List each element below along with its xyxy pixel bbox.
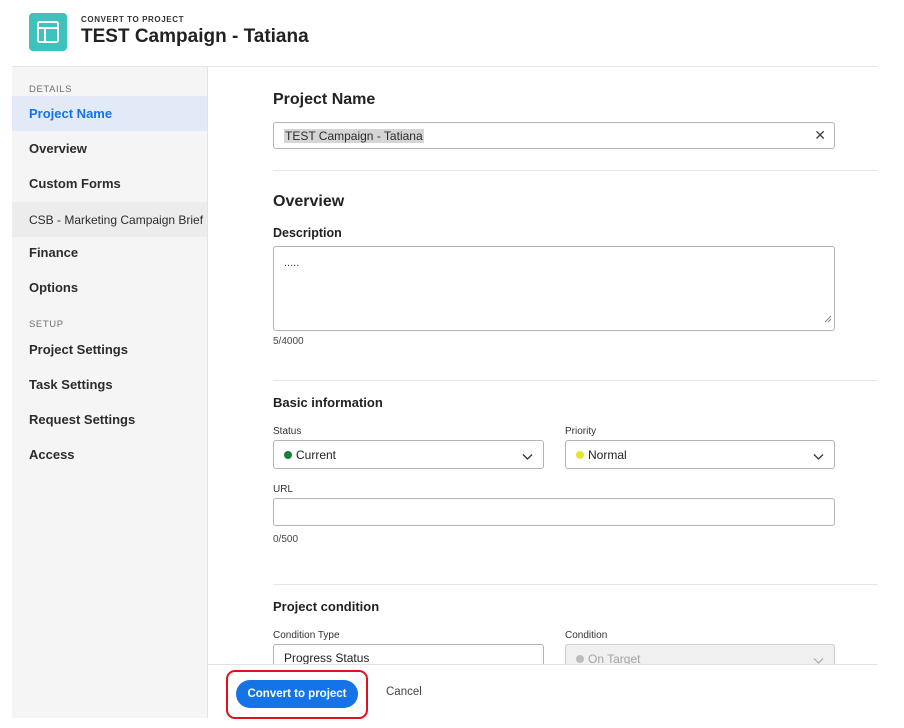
status-value: Current xyxy=(296,448,337,462)
chevron-down-icon xyxy=(813,653,824,664)
chevron-down-icon xyxy=(813,449,824,467)
project-name-heading: Project Name xyxy=(273,91,376,108)
cancel-button[interactable]: Cancel xyxy=(386,686,422,698)
sidebar-item-label: Custom Forms xyxy=(29,176,121,191)
form-content: Project Name TEST Campaign - Tatiana ✕ O… xyxy=(208,67,878,664)
sidebar-item-label: Request Settings xyxy=(29,412,136,427)
status-select[interactable]: Current xyxy=(273,440,544,469)
section-divider xyxy=(273,380,878,381)
chevron-down-icon xyxy=(522,449,533,467)
sidebar-nav: DETAILS Project Name Overview Custom For… xyxy=(12,67,208,718)
condition-type-value: Progress Status xyxy=(284,651,370,664)
description-counter: 5/4000 xyxy=(273,336,304,347)
status-label: Status xyxy=(273,426,302,437)
url-input[interactable] xyxy=(273,498,835,526)
project-template-icon xyxy=(29,13,67,51)
dialog-eyebrow: CONVERT TO PROJECT xyxy=(81,15,185,24)
dialog-header: CONVERT TO PROJECT TEST Campaign - Tatia… xyxy=(0,0,904,66)
sidebar-item-task-settings[interactable]: Task Settings xyxy=(12,367,207,402)
sidebar-item-csb-marketing-campaign-brief[interactable]: CSB - Marketing Campaign Brief xyxy=(12,202,207,237)
description-value: ..... xyxy=(284,257,300,269)
description-textarea[interactable]: ..... xyxy=(273,246,835,331)
condition-select[interactable]: On Target xyxy=(565,644,835,664)
project-name-value: TEST Campaign - Tatiana xyxy=(284,129,424,143)
clear-icon[interactable]: ✕ xyxy=(814,128,826,142)
condition-dot-icon xyxy=(576,655,584,663)
sidebar-item-request-settings[interactable]: Request Settings xyxy=(12,402,207,437)
url-label: URL xyxy=(273,484,294,495)
status-dot-icon xyxy=(284,451,292,459)
condition-value: On Target xyxy=(588,652,641,664)
dialog-footer: Convert to project Cancel xyxy=(208,664,878,720)
sidebar-item-finance[interactable]: Finance xyxy=(12,235,207,270)
sidebar-item-label: Overview xyxy=(29,141,87,156)
convert-to-project-button[interactable]: Convert to project xyxy=(236,680,358,708)
condition-type-select[interactable]: Progress Status xyxy=(273,644,544,664)
sidebar-item-project-settings[interactable]: Project Settings xyxy=(12,332,207,367)
priority-value: Normal xyxy=(588,448,627,462)
priority-select[interactable]: Normal xyxy=(565,440,835,469)
sidebar-item-label: Task Settings xyxy=(29,377,113,392)
project-name-input[interactable]: TEST Campaign - Tatiana ✕ xyxy=(273,122,835,149)
condition-type-label: Condition Type xyxy=(273,630,340,641)
sidebar-item-label: CSB - Marketing Campaign Brief xyxy=(29,212,204,227)
sidebar-item-access[interactable]: Access xyxy=(12,437,207,472)
sidebar-item-label: Access xyxy=(29,447,75,462)
sidebar-section-details: DETAILS xyxy=(29,84,73,95)
url-counter: 0/500 xyxy=(273,534,299,545)
sidebar-item-label: Project Settings xyxy=(29,342,128,357)
description-label: Description xyxy=(273,226,342,240)
project-condition-heading: Project condition xyxy=(273,599,380,614)
priority-label: Priority xyxy=(565,426,597,437)
sidebar-item-options[interactable]: Options xyxy=(12,270,207,305)
condition-label: Condition xyxy=(565,630,608,641)
dialog-title: TEST Campaign - Tatiana xyxy=(81,26,309,47)
resize-handle-icon[interactable] xyxy=(824,310,832,328)
section-divider xyxy=(273,170,878,171)
sidebar-section-setup: SETUP xyxy=(29,319,64,330)
sidebar-item-label: Project Name xyxy=(29,106,113,121)
sidebar-item-overview[interactable]: Overview xyxy=(12,131,207,166)
priority-dot-icon xyxy=(576,451,584,459)
section-divider xyxy=(273,584,878,585)
sidebar-item-label: Options xyxy=(29,280,79,295)
sidebar-item-project-name[interactable]: Project Name xyxy=(12,96,207,131)
sidebar-item-label: Finance xyxy=(29,245,79,260)
sidebar-item-custom-forms[interactable]: Custom Forms xyxy=(12,166,207,201)
overview-heading: Overview xyxy=(273,193,345,210)
basic-information-heading: Basic information xyxy=(273,395,383,410)
